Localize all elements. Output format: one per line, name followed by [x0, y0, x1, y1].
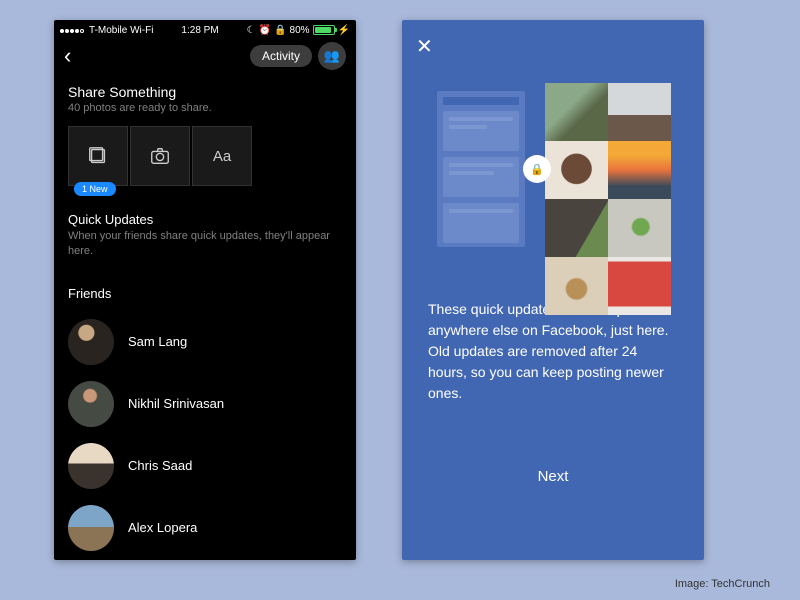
friend-name: Sam Lang	[128, 334, 187, 349]
quick-updates-title: Quick Updates	[68, 212, 342, 227]
clock-label: 1:28 PM	[181, 25, 218, 36]
friend-row[interactable]: Stephen Ellis	[68, 559, 342, 560]
status-bar: T-Mobile Wi-Fi 1:28 PM ☾ ⏰ 🔒 80% ⚡	[54, 20, 356, 40]
quick-updates-subtitle: When your friends share quick updates, t…	[68, 229, 342, 260]
activity-button[interactable]: Activity	[250, 45, 312, 67]
friend-row[interactable]: Alex Lopera	[68, 497, 342, 559]
avatar	[68, 443, 114, 489]
phone-screenshot-onboarding: ✕ 🔒 These quick updates won't be posted …	[402, 20, 704, 560]
friend-name: Nikhil Srinivasan	[128, 396, 224, 411]
avatar	[68, 381, 114, 427]
people-button[interactable]: 👥	[318, 42, 346, 70]
rotation-lock-icon: 🔒	[274, 25, 286, 36]
camera-icon	[149, 145, 171, 167]
new-badge: 1 New	[74, 182, 116, 196]
friend-name: Chris Saad	[128, 458, 192, 473]
next-button[interactable]: Next	[416, 468, 690, 485]
image-credit: Image: TechCrunch	[675, 578, 770, 590]
photos-tile[interactable]	[68, 126, 128, 186]
share-subtitle: 40 photos are ready to share.	[68, 102, 342, 114]
people-icon: 👥	[324, 48, 340, 64]
text-icon: Aa	[213, 148, 231, 165]
friend-row[interactable]: Chris Saad	[68, 435, 342, 497]
share-tiles: Aa 1 New	[68, 126, 342, 186]
photo-grid-illustration	[545, 83, 671, 315]
mock-feed-illustration	[437, 91, 525, 247]
signal-dots-icon	[60, 25, 85, 36]
friend-name: Alex Lopera	[128, 520, 197, 535]
friend-row[interactable]: Sam Lang	[68, 311, 342, 373]
avatar	[68, 319, 114, 365]
back-button[interactable]: ‹	[64, 43, 71, 69]
onboarding-illustration: 🔒	[453, 79, 653, 259]
camera-tile[interactable]	[130, 126, 190, 186]
friends-list: Sam Lang Nikhil Srinivasan Chris Saad Al…	[68, 311, 342, 560]
friends-heading: Friends	[68, 286, 342, 301]
phone-screenshot-main: T-Mobile Wi-Fi 1:28 PM ☾ ⏰ 🔒 80% ⚡ ‹ Act…	[54, 20, 356, 560]
carrier-label: T-Mobile Wi-Fi	[89, 25, 153, 36]
battery-icon	[313, 25, 335, 35]
close-button[interactable]: ✕	[416, 34, 690, 59]
avatar	[68, 505, 114, 551]
alarm-icon: ⏰	[259, 25, 271, 36]
moon-icon: ☾	[247, 25, 256, 36]
battery-percent: 80%	[290, 25, 310, 36]
share-title: Share Something	[68, 84, 342, 100]
text-tile[interactable]: Aa	[192, 126, 252, 186]
nav-bar: ‹ Activity 👥	[54, 40, 356, 72]
friend-row[interactable]: Nikhil Srinivasan	[68, 373, 342, 435]
charging-icon: ⚡	[338, 25, 350, 36]
lock-icon: 🔒	[523, 155, 551, 183]
photos-icon	[87, 145, 109, 167]
